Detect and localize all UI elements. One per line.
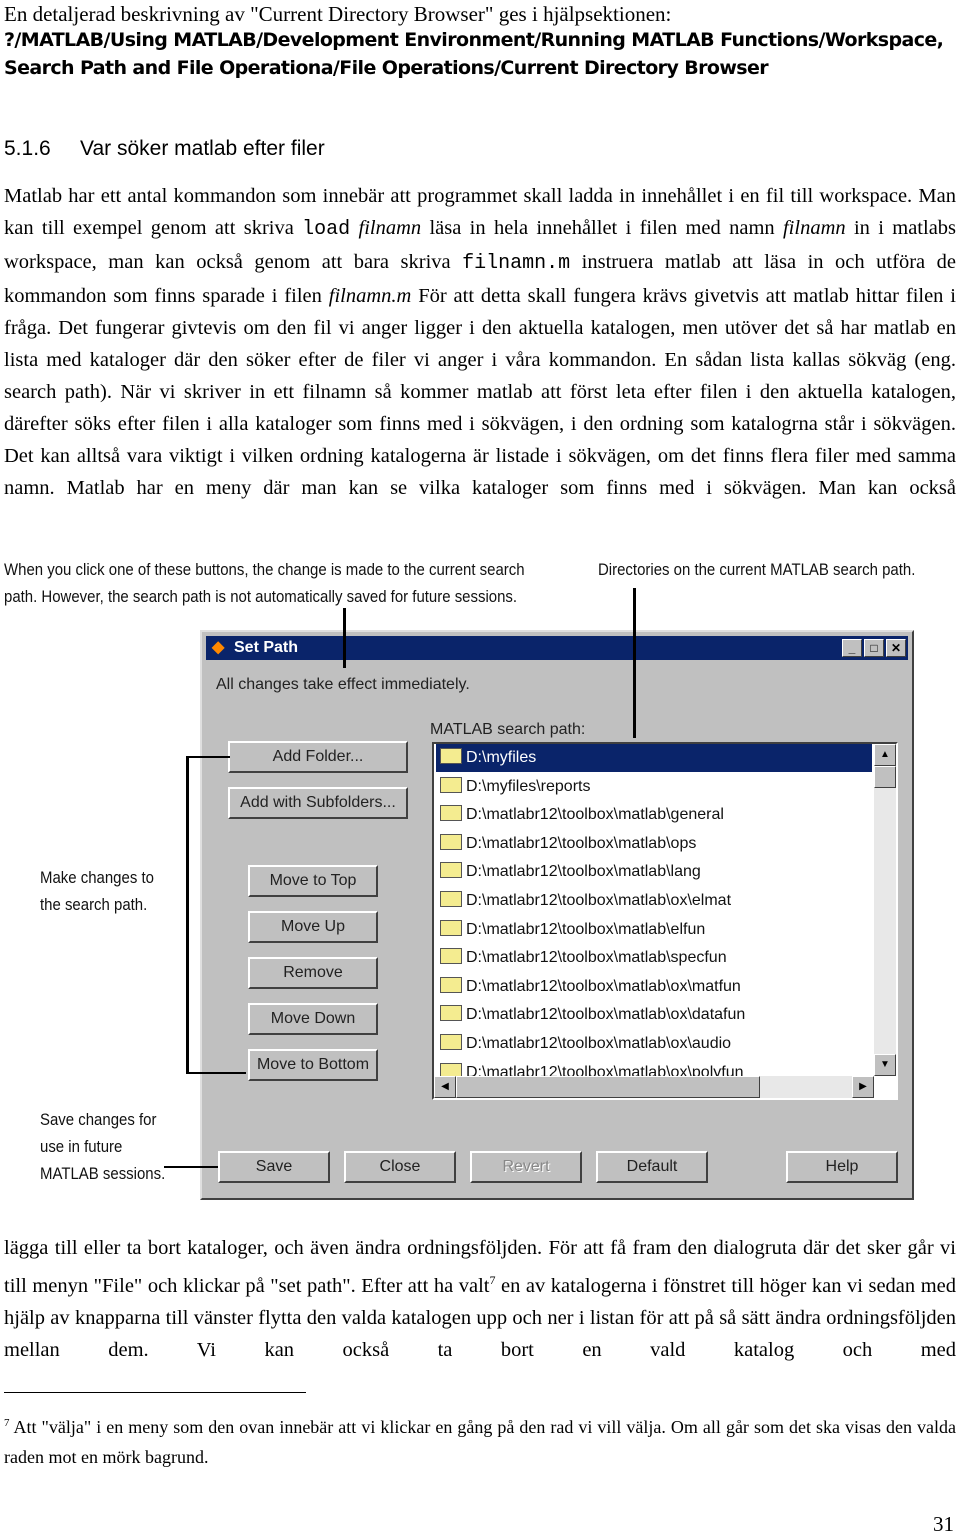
- paragraph-1: Matlab har ett antal kommandon som inneb…: [4, 180, 956, 504]
- help-button[interactable]: Help: [786, 1151, 898, 1183]
- remove-button[interactable]: Remove: [248, 957, 378, 989]
- path-list-item[interactable]: D:\matlabr12\toolbox\matlab\ox\elmat: [436, 887, 872, 915]
- folder-icon: [440, 891, 462, 907]
- intro-text: En detaljerad beskrivning av "Current Di…: [4, 2, 672, 26]
- text: För att detta skall fungera krävs givetv…: [4, 285, 956, 499]
- folder-icon: [440, 919, 462, 936]
- path-text: D:\matlabr12\toolbox\matlab\lang: [466, 863, 701, 881]
- scroll-down-icon[interactable]: ▼: [874, 1054, 896, 1076]
- path-list-item[interactable]: D:\matlabr12\toolbox\matlab\ops: [436, 830, 872, 858]
- folder-icon: [440, 976, 462, 993]
- path-text: D:\matlabr12\toolbox\matlab\specfun: [466, 949, 727, 967]
- footnote-rule: [4, 1392, 306, 1393]
- move-down-button[interactable]: Move Down: [248, 1003, 378, 1035]
- close-button[interactable]: Close: [344, 1151, 456, 1183]
- text: läsa in hela innehållet i filen med namn: [421, 217, 783, 239]
- folder-icon: [440, 805, 462, 822]
- text: [350, 217, 358, 239]
- close-icon[interactable]: ✕: [886, 639, 906, 657]
- section-title: Var söker matlab efter filer: [80, 137, 325, 160]
- path-list-item[interactable]: D:\myfiles\reports: [436, 773, 872, 801]
- callout-bracket: [186, 1072, 246, 1074]
- dialog-title: Set Path: [234, 639, 299, 656]
- callout-changes: Make changes to the search path.: [40, 868, 154, 914]
- vertical-scrollbar[interactable]: ▲ ▼: [874, 744, 896, 1076]
- path-list-item[interactable]: D:\matlabr12\toolbox\matlab\elfun: [436, 916, 872, 944]
- folder-icon: [440, 948, 462, 965]
- path-list-item[interactable]: D:\matlabr12\toolbox\matlab\ox\matfun: [436, 973, 872, 1001]
- paragraph-2: lägga till eller ta bort kataloger, och …: [4, 1232, 956, 1366]
- horizontal-scrollbar[interactable]: ◀ ▶: [434, 1076, 874, 1098]
- matlab-logo-icon: ◆: [212, 639, 225, 656]
- path-text: D:\matlabr12\toolbox\matlab\ox\datafun: [466, 1006, 746, 1024]
- search-path-list[interactable]: D:\matlabr12\toolbox\matlab\ox\funfunD:\…: [432, 742, 898, 1100]
- add-with-subfolders-button[interactable]: Add with Subfolders...: [228, 787, 408, 819]
- callout-line: [633, 588, 636, 738]
- emphasis: filnamn: [782, 217, 846, 239]
- set-path-dialog: ◆ Set Path _ □ ✕ All changes take effect…: [200, 630, 914, 1200]
- footnote: 7 Att "välja" i en meny som den ovan inn…: [4, 1408, 956, 1472]
- folder-icon: [440, 862, 462, 879]
- section-number: 5.1.6: [4, 137, 51, 160]
- folder-icon: [440, 748, 462, 764]
- move-to-bottom-button[interactable]: Move to Bottom: [248, 1049, 378, 1081]
- section-heading: 5.1.6 Var söker matlab efter filer: [4, 137, 325, 161]
- scroll-up-icon[interactable]: ▲: [874, 744, 896, 766]
- emphasis: filnamn.m: [328, 285, 412, 307]
- callout-bracket: [186, 756, 189, 1074]
- revert-button[interactable]: Revert: [470, 1151, 582, 1183]
- path-list-item[interactable]: D:\matlabr12\toolbox\matlab\general: [436, 801, 872, 829]
- code: load: [302, 218, 351, 241]
- path-text: D:\myfiles: [466, 749, 537, 766]
- path-list-item[interactable]: D:\matlabr12\toolbox\matlab\lang: [436, 858, 872, 886]
- title-bar: ◆ Set Path _ □ ✕: [206, 636, 908, 660]
- path-text: D:\matlabr12\toolbox\matlab\general: [466, 806, 724, 824]
- path-list-item[interactable]: D:\myfiles: [436, 744, 872, 772]
- footnote-text: Att "välja" i en meny som den ovan inneb…: [4, 1417, 956, 1467]
- info-text: All changes take effect immediately.: [216, 676, 470, 693]
- page-number: 31: [933, 1512, 954, 1533]
- code: filnamn.m: [462, 252, 571, 275]
- callout-line: [164, 1166, 218, 1168]
- folder-icon: [440, 833, 462, 850]
- scroll-left-icon[interactable]: ◀: [434, 1076, 456, 1098]
- path-list-item[interactable]: D:\matlabr12\toolbox\matlab\ox\audio: [436, 1030, 872, 1058]
- move-up-button[interactable]: Move Up: [248, 911, 378, 943]
- emphasis: filnamn: [358, 217, 422, 239]
- path-text: D:\matlabr12\toolbox\matlab\ops: [466, 834, 697, 852]
- hscroll-thumb[interactable]: [456, 1076, 760, 1098]
- move-to-top-button[interactable]: Move to Top: [248, 865, 378, 897]
- folder-icon: [440, 1034, 462, 1050]
- help-path: ?/MATLAB/Using MATLAB/Development Enviro…: [4, 29, 944, 79]
- default-button[interactable]: Default: [596, 1151, 708, 1183]
- callout-line: [343, 608, 346, 668]
- scroll-thumb[interactable]: [874, 766, 896, 788]
- path-text: D:\matlabr12\toolbox\matlab\ox\elmat: [466, 892, 732, 909]
- path-text: D:\matlabr12\toolbox\matlab\elfun: [466, 920, 706, 938]
- folder-icon: [440, 776, 462, 793]
- maximize-icon[interactable]: □: [864, 639, 884, 657]
- add-folder-button[interactable]: Add Folder...: [228, 741, 408, 773]
- document-page: En detaljerad beskrivning av "Current Di…: [0, 0, 960, 1533]
- list-label: MATLAB search path:: [430, 721, 586, 738]
- path-text: D:\matlabr12\toolbox\matlab\ox\matfun: [466, 977, 741, 995]
- minimize-icon[interactable]: _: [842, 639, 862, 657]
- scroll-right-icon[interactable]: ▶: [852, 1076, 874, 1098]
- callout-bracket: [186, 756, 230, 758]
- save-button[interactable]: Save: [218, 1151, 330, 1183]
- path-list-item[interactable]: D:\matlabr12\toolbox\matlab\ox\datafun: [436, 1001, 872, 1029]
- callout-directories: Directories on the current MATLAB search…: [598, 560, 916, 579]
- callout-buttons: When you click one of these buttons, the…: [4, 560, 525, 606]
- path-text: D:\matlabr12\toolbox\matlab\ox\audio: [466, 1035, 732, 1052]
- path-list-item[interactable]: D:\matlabr12\toolbox\matlab\specfun: [436, 944, 872, 972]
- callout-save: Save changes for use in future MATLAB se…: [40, 1110, 166, 1183]
- folder-icon: [440, 1005, 462, 1022]
- path-text: D:\myfiles\reports: [466, 777, 591, 795]
